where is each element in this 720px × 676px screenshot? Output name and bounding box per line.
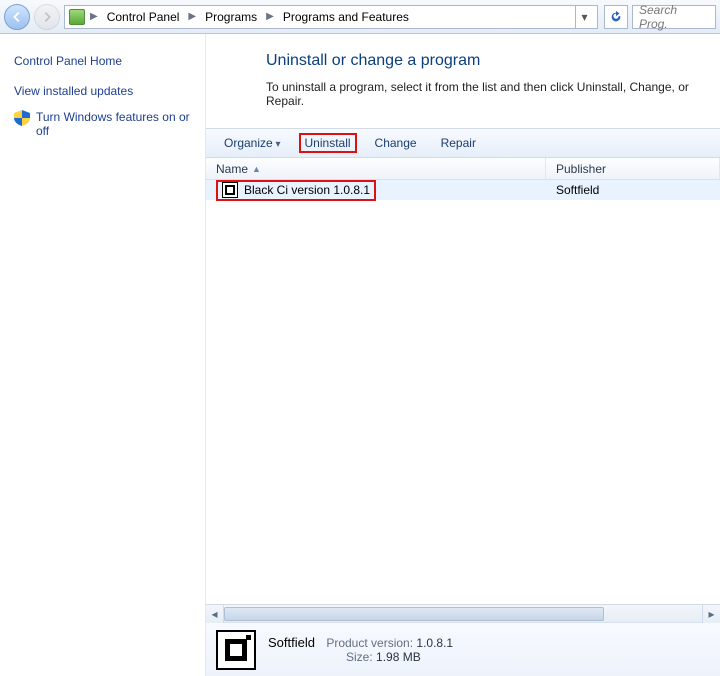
sidebar-home-link[interactable]: Control Panel Home: [14, 50, 195, 78]
chevron-right-icon: ▶: [87, 11, 101, 22]
program-icon: [222, 182, 238, 198]
list-toolbar: Organize Uninstall Change Repair: [206, 128, 720, 158]
program-list: Name ▲ Publisher Black Ci version 1.0.8.…: [206, 158, 720, 622]
refresh-button[interactable]: [604, 5, 628, 29]
details-size-label: Size:: [346, 650, 373, 664]
details-version: 1.0.8.1: [416, 636, 453, 650]
shield-icon: [14, 110, 30, 126]
sidebar-item-label: Turn Windows features on or off: [36, 110, 195, 138]
address-dropdown[interactable]: ▾: [575, 6, 593, 28]
sidebar: Control Panel Home View installed update…: [0, 34, 205, 676]
page-description: To uninstall a program, select it from t…: [266, 80, 712, 108]
sidebar-link-updates[interactable]: View installed updates: [14, 78, 195, 104]
details-pane: Softfield Product version: 1.0.8.1 Size:…: [206, 622, 720, 676]
details-size: 1.98 MB: [376, 650, 421, 664]
search-input[interactable]: Search Prog.: [632, 5, 716, 29]
main-pane: Uninstall or change a program To uninsta…: [205, 34, 720, 676]
scroll-thumb[interactable]: [224, 607, 604, 621]
nav-forward-button[interactable]: [34, 4, 60, 30]
column-publisher[interactable]: Publisher: [546, 158, 720, 179]
repair-button[interactable]: Repair: [435, 133, 482, 153]
nav-back-button[interactable]: [4, 4, 30, 30]
details-publisher: Softfield: [268, 635, 315, 650]
change-button[interactable]: Change: [369, 133, 423, 153]
column-name[interactable]: Name ▲: [206, 158, 546, 179]
program-publisher: Softfield: [556, 183, 599, 197]
horizontal-scrollbar[interactable]: ◂ ▸: [206, 604, 720, 622]
chevron-right-icon: ▶: [185, 11, 199, 22]
details-version-label: Product version:: [326, 636, 413, 650]
scroll-right-icon[interactable]: ▸: [702, 605, 720, 623]
breadcrumb-item[interactable]: Programs and Features: [279, 8, 413, 26]
arrow-right-icon: [40, 10, 54, 24]
uninstall-button[interactable]: Uninstall: [299, 133, 357, 153]
refresh-icon: [609, 10, 623, 24]
arrow-left-icon: [10, 10, 24, 24]
page-title: Uninstall or change a program: [266, 52, 712, 70]
control-panel-icon: [69, 9, 85, 25]
breadcrumb-item[interactable]: Programs: [201, 8, 261, 26]
organize-button[interactable]: Organize: [218, 133, 287, 153]
breadcrumb[interactable]: ▶ Control Panel ▶ Programs ▶ Programs an…: [64, 5, 598, 29]
breadcrumb-item[interactable]: Control Panel: [103, 8, 184, 26]
sidebar-link-windows-features[interactable]: Turn Windows features on or off: [14, 104, 195, 144]
chevron-right-icon: ▶: [263, 11, 277, 22]
address-bar: ▶ Control Panel ▶ Programs ▶ Programs an…: [0, 0, 720, 34]
program-name: Black Ci version 1.0.8.1: [244, 183, 370, 197]
column-headers: Name ▲ Publisher: [206, 158, 720, 180]
list-item[interactable]: Black Ci version 1.0.8.1 Softfield: [206, 180, 720, 200]
sort-asc-icon: ▲: [252, 164, 261, 174]
program-icon: [216, 630, 256, 670]
scroll-left-icon[interactable]: ◂: [206, 605, 224, 623]
